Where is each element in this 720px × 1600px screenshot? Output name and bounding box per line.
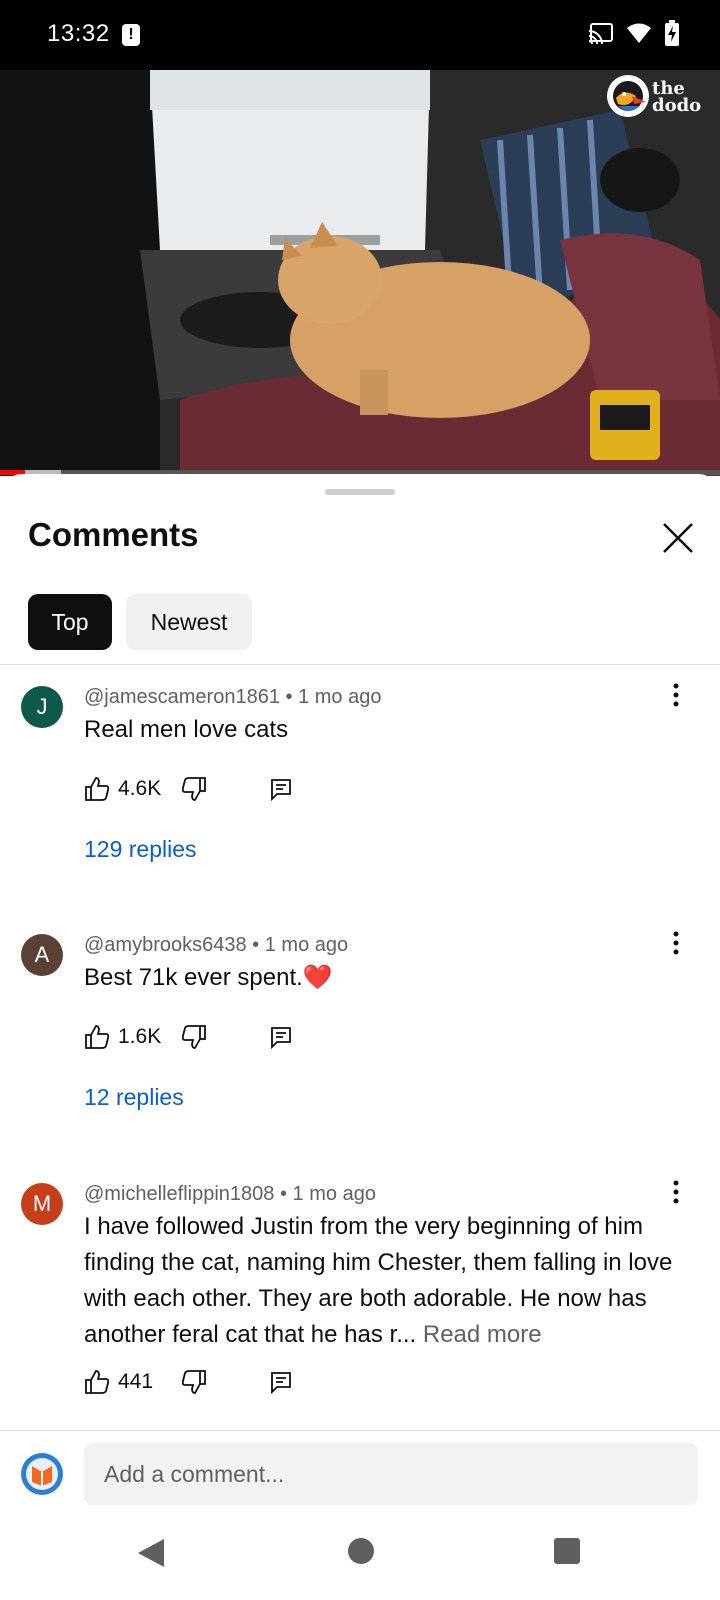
tab-newest[interactable]: Newest (126, 594, 252, 650)
reply-icon[interactable] (269, 1025, 293, 1049)
recents-icon[interactable] (553, 1537, 581, 1565)
meta-separator: • (279, 1183, 293, 1205)
comment-age: 1 mo ago (292, 1183, 376, 1205)
tab-top[interactable]: Top (28, 594, 112, 650)
comment-age: 1 mo ago (298, 686, 382, 708)
meta-separator: • (285, 686, 299, 708)
comment-author[interactable]: @jamescameron1861 (84, 686, 280, 708)
video-player[interactable]: the dodo (0, 70, 720, 476)
like-icon[interactable] (84, 1369, 110, 1395)
avatar[interactable]: M (21, 1183, 63, 1225)
comment-text: Best 71k ever spent. (84, 964, 303, 991)
dislike-icon[interactable] (181, 776, 207, 802)
like-icon[interactable] (84, 776, 110, 802)
comment-meta: @amybrooks6438 • 1 mo ago (84, 934, 348, 957)
comment-age: 1 mo ago (264, 934, 349, 956)
more-options-icon[interactable] (664, 1177, 688, 1207)
like-icon[interactable] (84, 1024, 110, 1050)
battery-charging-icon (665, 20, 679, 46)
composer-divider (0, 1430, 720, 1431)
cast-icon (588, 23, 613, 44)
comment-meta: @jamescameron1861 • 1 mo ago (84, 686, 381, 709)
dodo-logo: the dodo (606, 74, 711, 120)
view-replies-link[interactable]: 12 replies (84, 1084, 184, 1111)
meta-separator: • (252, 934, 265, 956)
wifi-icon (627, 23, 651, 43)
user-avatar-icon[interactable] (20, 1452, 64, 1496)
heart-emoji: ❤️ (302, 964, 333, 991)
more-options-icon[interactable] (664, 680, 688, 710)
comment-meta: @michelleflippin1808 • 1 mo ago (84, 1183, 376, 1206)
comment-actions: 441 (84, 1367, 293, 1397)
comment-author[interactable]: @michelleflippin1808 (84, 1183, 274, 1205)
comment-author[interactable]: @amybrooks6438 (84, 934, 247, 956)
like-count: 441 (118, 1370, 154, 1393)
screen: 13:32 ! the dodo Comments Top Newest J @… (0, 0, 720, 1600)
tabs-divider (0, 664, 720, 665)
dodo-bird-icon (607, 75, 649, 117)
dodo-watermark-text: the dodo (652, 78, 702, 116)
like-count: 1.6K (118, 1025, 162, 1048)
status-time: 13:32 (47, 20, 110, 47)
comment-actions: 1.6K (84, 1022, 293, 1052)
comment-body: I have followed Justin from the very beg… (84, 1209, 674, 1353)
comment-text: I have followed Justin from the very beg… (84, 1213, 673, 1348)
dislike-icon[interactable] (181, 1024, 207, 1050)
alert-icon: ! (122, 24, 140, 46)
drag-handle[interactable] (325, 489, 395, 495)
close-icon[interactable] (658, 518, 698, 558)
view-replies-link[interactable]: 129 replies (84, 836, 197, 863)
status-bar: 13:32 ! (0, 0, 720, 70)
navigation-bar (0, 1515, 720, 1600)
avatar[interactable]: A (21, 934, 63, 976)
home-icon[interactable] (347, 1537, 375, 1565)
comments-title: Comments (28, 516, 199, 553)
back-icon[interactable] (136, 1537, 166, 1569)
read-more-link[interactable]: Read more (423, 1321, 542, 1348)
video-frame (0, 70, 720, 476)
reply-icon[interactable] (269, 1370, 293, 1394)
comment-body: Best 71k ever spent.❤️ (84, 960, 674, 996)
like-count: 4.6K (118, 777, 162, 800)
reply-icon[interactable] (269, 777, 293, 801)
comment-text: Real men love cats (84, 716, 289, 743)
comment-actions: 4.6K (84, 774, 293, 804)
dislike-icon[interactable] (181, 1369, 207, 1395)
more-options-icon[interactable] (664, 928, 688, 958)
status-icons (588, 20, 680, 46)
add-comment-input[interactable]: Add a comment... (84, 1443, 698, 1505)
avatar[interactable]: J (21, 686, 63, 728)
